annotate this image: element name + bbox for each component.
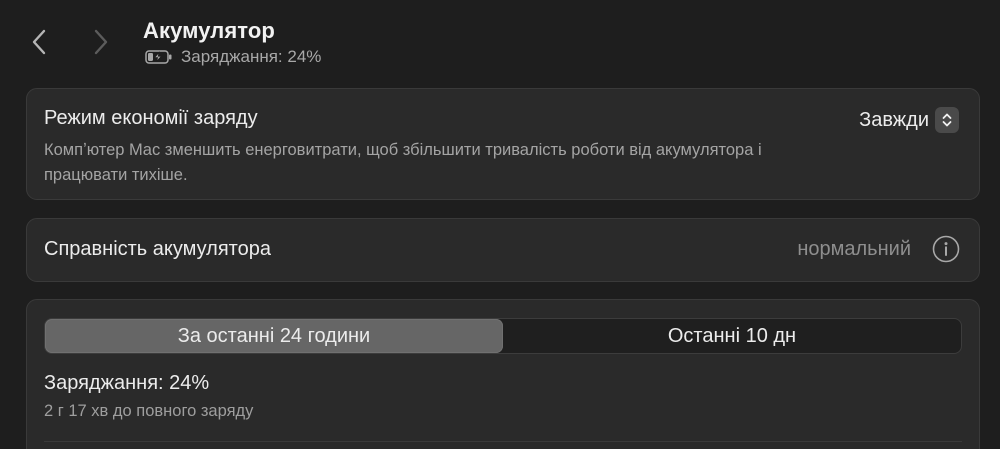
low-power-mode-select[interactable]: Завжди xyxy=(859,107,959,133)
chevron-left-icon xyxy=(32,29,46,55)
up-down-chevron-icon xyxy=(935,107,959,133)
charging-status-text: Заряджання: 24% xyxy=(181,47,322,66)
forward-button[interactable] xyxy=(86,24,116,60)
tab-last-10-days[interactable]: Останні 10 дн xyxy=(503,319,961,353)
chevron-right-icon xyxy=(94,29,108,55)
low-power-mode-card: Режим економії заряду Компʼютер Mac змен… xyxy=(26,88,980,200)
battery-usage-card: За останні 24 години Останні 10 дн Заряд… xyxy=(26,299,980,449)
page-title: Акумулятор xyxy=(143,18,275,43)
battery-health-label: Справність акумулятора xyxy=(44,238,271,260)
battery-settings-page: Акумулятор Заряджання: 24% Режим економі… xyxy=(0,0,1000,449)
header: Акумулятор Заряджання: 24% xyxy=(0,0,1000,80)
battery-health-value: нормальний xyxy=(797,238,911,260)
charging-status: Заряджання: 24% xyxy=(145,46,321,68)
back-button[interactable] xyxy=(24,24,54,60)
low-power-mode-title: Режим економії заряду xyxy=(44,107,258,129)
divider xyxy=(44,441,962,442)
low-power-mode-description: Компʼютер Mac зменшить енерговитрати, що… xyxy=(44,141,762,184)
battery-health-info-button[interactable] xyxy=(932,235,960,263)
battery-health-card: Справність акумулятора нормальний xyxy=(26,218,980,282)
battery-charging-icon xyxy=(145,50,172,64)
usage-period-segmented-control: За останні 24 години Останні 10 дн xyxy=(44,318,962,354)
low-power-mode-value: Завжди xyxy=(859,108,929,131)
info-icon xyxy=(932,235,960,263)
time-to-full-charge: 2 г 17 хв до повного заряду xyxy=(44,402,254,420)
tab-last-24-hours[interactable]: За останні 24 години xyxy=(45,319,503,353)
usage-charge-level: Заряджання: 24% xyxy=(44,372,210,394)
